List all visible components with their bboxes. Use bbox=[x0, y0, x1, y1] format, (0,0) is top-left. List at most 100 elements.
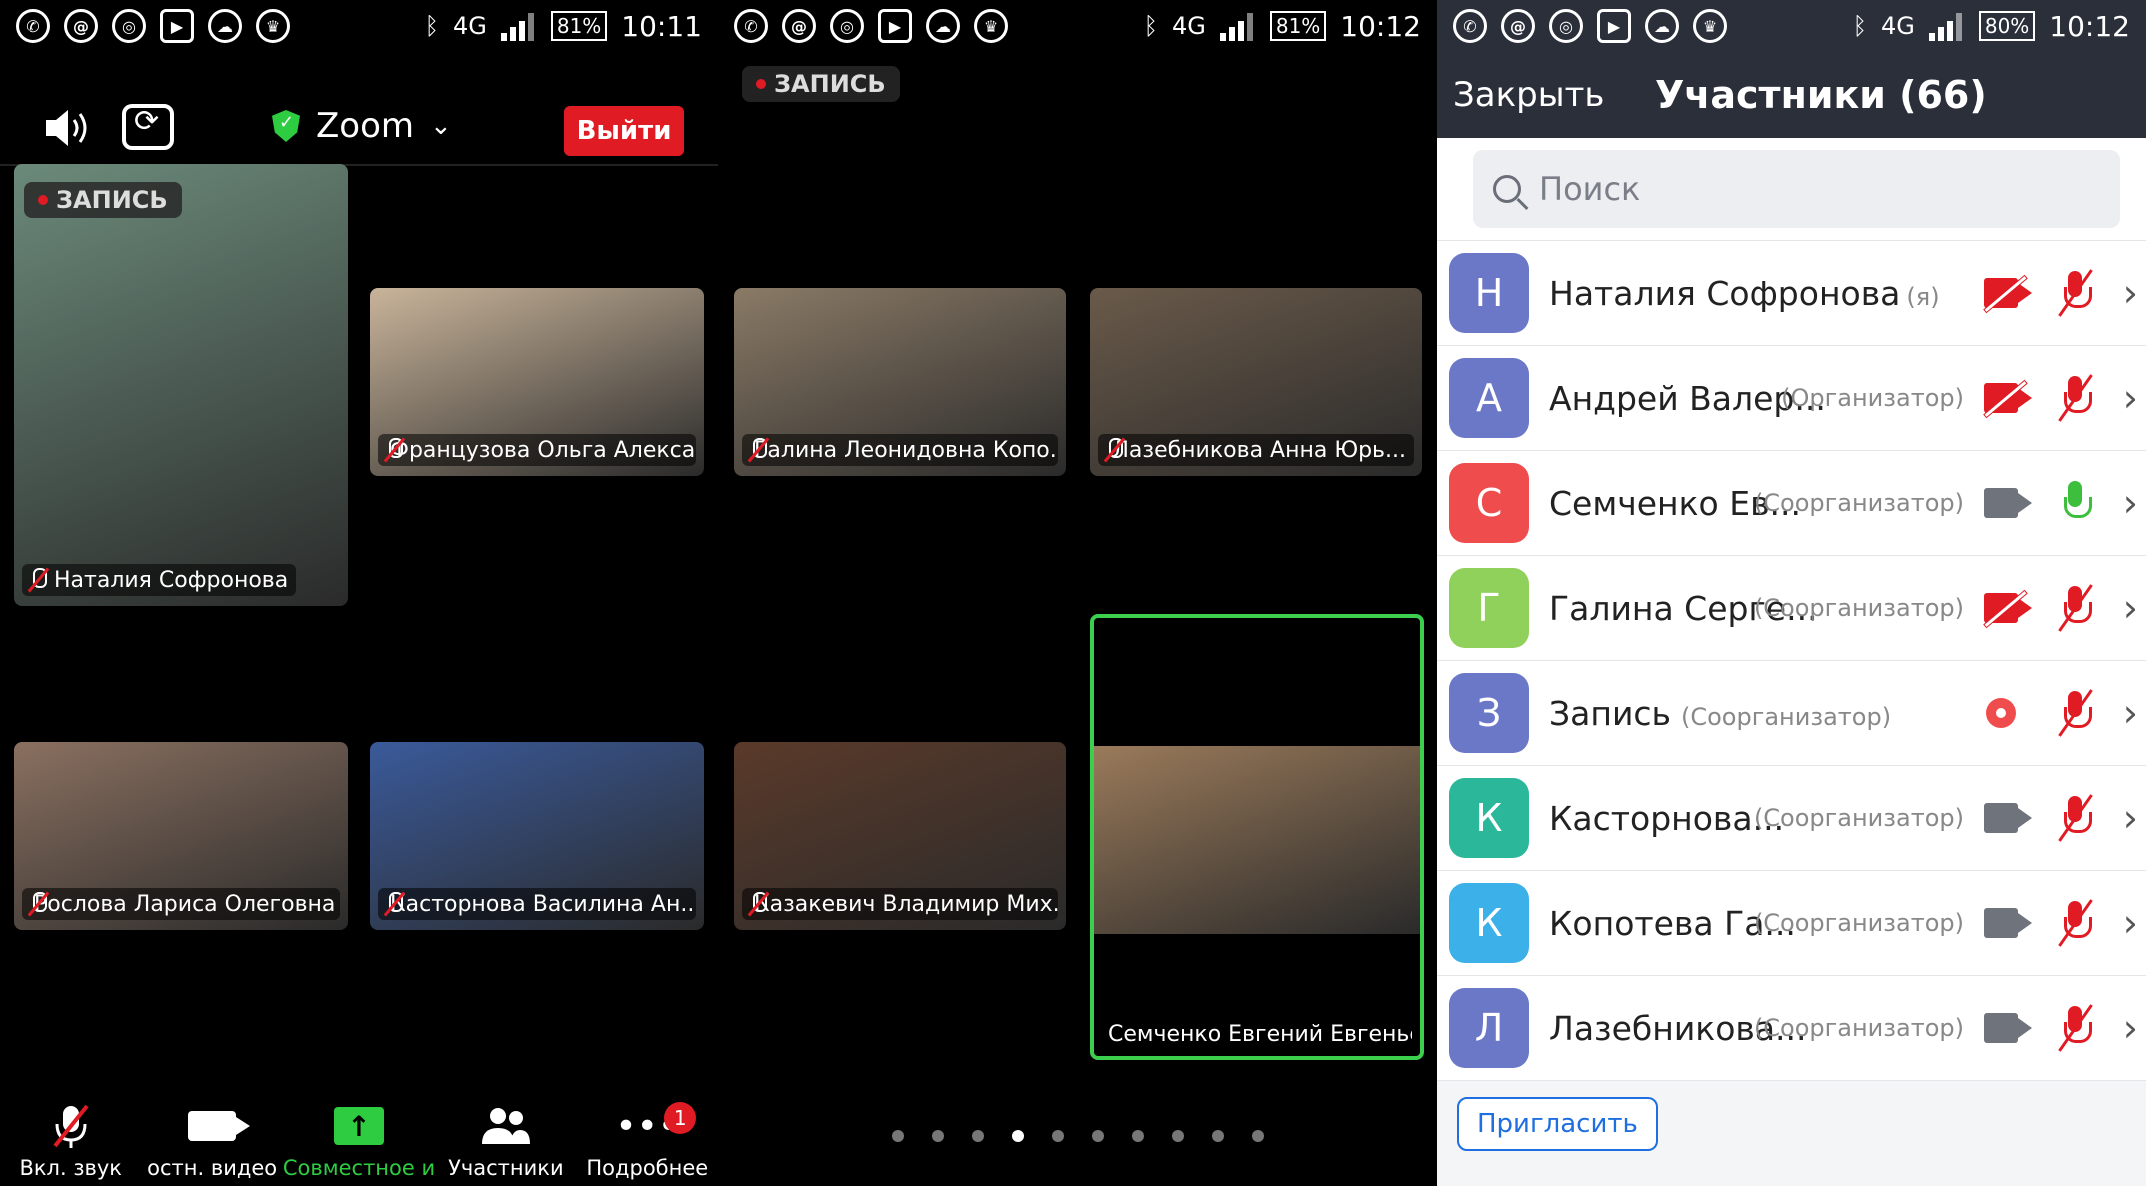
cloud-icon: ☁ bbox=[1645, 9, 1679, 43]
video-tile[interactable]: Галина Леонидовна Копо... bbox=[734, 288, 1066, 476]
switch-camera-icon[interactable] bbox=[122, 104, 174, 150]
video-tile[interactable]: Казакевич Владимир Мих... bbox=[734, 742, 1066, 930]
mic-muted-icon bbox=[1104, 437, 1127, 463]
video-tile[interactable]: Французова Ольга Алекса... bbox=[370, 288, 704, 476]
video-tile[interactable]: Рослова Лариса Олеговна bbox=[14, 742, 348, 930]
participant-row[interactable]: Л Лазебникова... (Соорганизатор) › bbox=[1437, 975, 2146, 1080]
page-dot[interactable] bbox=[891, 1130, 904, 1142]
page-dot[interactable] bbox=[1051, 1130, 1064, 1142]
chevron-right-icon[interactable]: › bbox=[2123, 376, 2138, 420]
video-tile-active-speaker[interactable]: Семченко Евгений Евгеньев... bbox=[1090, 614, 1424, 1060]
mail-at-icon: @ bbox=[782, 9, 816, 43]
video-icon bbox=[1984, 803, 2032, 833]
status-bar: ✆ @ ◎ ▶ ☁ ♛ ᛒ 4G 81% 10:11 bbox=[0, 0, 718, 52]
chevron-right-icon[interactable]: › bbox=[2123, 901, 2138, 945]
page-dot[interactable] bbox=[1131, 1130, 1144, 1142]
clock: 10:12 bbox=[2049, 9, 2130, 43]
page-dot[interactable] bbox=[931, 1130, 944, 1142]
cloud-icon: ☁ bbox=[926, 9, 960, 43]
whatsapp-icon: ✆ bbox=[1453, 9, 1487, 43]
bluetooth-icon: ᛒ bbox=[1143, 12, 1158, 40]
participant-row[interactable]: К Копотева Га... (Соорганизатор) › bbox=[1437, 870, 2146, 975]
participant-name-block: Наталия Софронова (я) bbox=[1549, 274, 1940, 313]
participants-footer: Пригласить bbox=[1437, 1080, 2146, 1186]
shield-app-icon: ♛ bbox=[974, 9, 1008, 43]
clock: 10:11 bbox=[621, 9, 702, 43]
close-button[interactable]: Закрыть bbox=[1453, 75, 1604, 115]
stop-video-button[interactable]: остн. видео bbox=[141, 1094, 282, 1186]
share-screen-icon: ↑ bbox=[334, 1102, 384, 1150]
chevron-right-icon[interactable]: › bbox=[2123, 586, 2138, 630]
participant-name: Наталия Софронова bbox=[1549, 273, 1901, 313]
avatar: А bbox=[1449, 358, 1529, 438]
mail-at-icon: @ bbox=[1501, 9, 1535, 43]
stop-video-label: остн. видео bbox=[147, 1156, 278, 1180]
recording-icon bbox=[1986, 698, 2016, 728]
participant-row[interactable]: Г Галина Серге... (Соорганизатор) › bbox=[1437, 555, 2146, 660]
clock: 10:12 bbox=[1340, 9, 1421, 43]
video-tile[interactable]: Касторнова Василина Ан... bbox=[370, 742, 704, 930]
participant-row[interactable]: З Запись (Соорганизатор) › bbox=[1437, 660, 2146, 765]
participant-name-label: Лазебникова Анна Юрь... bbox=[1098, 434, 1414, 466]
page-dot[interactable] bbox=[971, 1130, 984, 1142]
mic-muted-icon bbox=[2058, 899, 2093, 947]
video-icon bbox=[1984, 1013, 2032, 1043]
avatar: З bbox=[1449, 673, 1529, 753]
participant-role: (Организатор) bbox=[1781, 384, 1964, 412]
unmute-button[interactable]: Вкл. звук bbox=[0, 1094, 141, 1186]
participant-row[interactable]: Н Наталия Софронова (я) › bbox=[1437, 240, 2146, 345]
page-dot[interactable] bbox=[1171, 1130, 1184, 1142]
search-box[interactable] bbox=[1473, 150, 2120, 228]
page-dot[interactable] bbox=[1211, 1130, 1224, 1142]
video-app-icon: ▶ bbox=[160, 9, 194, 43]
avatar: Г bbox=[1449, 568, 1529, 648]
meeting-top-bar: Zoom ⌄ Выйти bbox=[0, 100, 718, 160]
battery-level: 81% bbox=[1269, 11, 1327, 41]
encryption-shield-icon bbox=[272, 110, 300, 142]
shield-app-icon: ♛ bbox=[1693, 9, 1727, 43]
invite-button[interactable]: Пригласить bbox=[1457, 1097, 1658, 1151]
participant-row[interactable]: С Семченко Ев... (Соорганизатор) › bbox=[1437, 450, 2146, 555]
meeting-brand: Zoom bbox=[316, 106, 415, 146]
page-indicator[interactable] bbox=[718, 1130, 1437, 1142]
whatsapp-icon: ✆ bbox=[734, 9, 768, 43]
meeting-info-dropdown[interactable]: Zoom ⌄ bbox=[272, 106, 452, 146]
video-tile[interactable]: ЗАПИСЬ Наталия Софронова bbox=[14, 164, 348, 606]
participant-name-label: Рослова Лариса Олеговна bbox=[22, 888, 340, 920]
meeting-screen-gallery-page-1: ✆ @ ◎ ▶ ☁ ♛ ᛒ 4G 81% 10:11 Zoom ⌄ Выйти bbox=[0, 0, 718, 1186]
bluetooth-icon: ᛒ bbox=[424, 12, 439, 40]
speaker-icon[interactable] bbox=[44, 106, 94, 150]
chevron-right-icon[interactable]: › bbox=[2123, 796, 2138, 840]
participant-name-label: Галина Леонидовна Копо... bbox=[742, 434, 1058, 466]
chevron-right-icon[interactable]: › bbox=[2123, 481, 2138, 525]
chrome-icon: ◎ bbox=[1549, 9, 1583, 43]
participant-name: Рослова Лариса Олеговна bbox=[34, 891, 336, 917]
chevron-right-icon[interactable]: › bbox=[2123, 271, 2138, 315]
more-button[interactable]: ••• 1 Подробнее bbox=[577, 1094, 718, 1186]
battery-level: 80% bbox=[1978, 11, 2036, 41]
recording-dot-icon bbox=[756, 79, 766, 89]
participant-role: (Соорганизатор) bbox=[1753, 804, 1964, 832]
participant-row[interactable]: А Андрей Валер... (Организатор) › bbox=[1437, 345, 2146, 450]
video-tile[interactable]: Лазебникова Анна Юрь... bbox=[1090, 288, 1422, 476]
chevron-right-icon[interactable]: › bbox=[2123, 691, 2138, 735]
chevron-right-icon[interactable]: › bbox=[2123, 1006, 2138, 1050]
leave-meeting-button[interactable]: Выйти bbox=[564, 106, 684, 156]
participants-button[interactable]: Участники bbox=[435, 1094, 576, 1186]
mic-muted-icon bbox=[47, 1102, 95, 1150]
signal-icon bbox=[1928, 11, 1965, 41]
mic-muted-icon bbox=[2058, 689, 2093, 737]
share-button[interactable]: ↑ Совместное и bbox=[283, 1094, 435, 1186]
battery-level: 81% bbox=[550, 11, 608, 41]
page-dot[interactable] bbox=[1251, 1130, 1264, 1142]
participant-row[interactable]: К Касторнова... (Соорганизатор) › bbox=[1437, 765, 2146, 870]
page-dot[interactable] bbox=[1011, 1130, 1024, 1142]
chrome-icon: ◎ bbox=[830, 9, 864, 43]
page-dot[interactable] bbox=[1091, 1130, 1104, 1142]
avatar: Н bbox=[1449, 253, 1529, 333]
video-app-icon: ▶ bbox=[1597, 9, 1631, 43]
avatar: Л bbox=[1449, 988, 1529, 1068]
participants-screen: ✆ @ ◎ ▶ ☁ ♛ ᛒ 4G 80% 10:12 Закрыть Участ… bbox=[1437, 0, 2146, 1186]
video-off-icon bbox=[1984, 383, 2032, 413]
search-input[interactable] bbox=[1539, 170, 2041, 208]
